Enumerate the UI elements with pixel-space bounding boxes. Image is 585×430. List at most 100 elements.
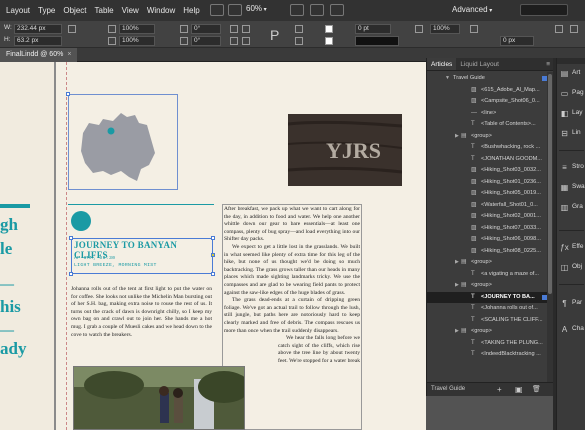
tab-liquid-layout[interactable]: Liquid Layout — [456, 58, 503, 70]
article-item-row[interactable]: ▨ <615_Adobe_Al_Map... — [427, 85, 554, 97]
article-item-row[interactable]: ▨ <Hiking_Shot08_0225... — [427, 246, 554, 258]
article-item-row[interactable]: ▨ <Hiking_Shot03_0032... — [427, 165, 554, 177]
dock-item-art[interactable]: ▤ Art — [557, 64, 585, 84]
bridge-button[interactable] — [210, 4, 224, 16]
dock-item-stro[interactable]: ≡ Stro — [557, 158, 585, 178]
dock-item-swa[interactable]: ▦ Swa — [557, 178, 585, 198]
article-item-row[interactable]: ▨ <Hiking_Shot01_0236... — [427, 177, 554, 189]
article-item-row[interactable]: ▨ <Campsite_Shot06_0... — [427, 96, 554, 108]
menu-layout[interactable]: Layout — [6, 6, 30, 15]
stroke-swatch-icon[interactable] — [325, 37, 333, 45]
control-panel-menu-icon[interactable] — [570, 25, 578, 33]
article-item-row[interactable]: T <Johanna rolls out of... — [427, 303, 554, 315]
document-canvas[interactable]: gh le — his — ady YJRS JOURNEY TO BANYAN… — [0, 62, 426, 430]
hiking-photo-frame[interactable] — [73, 366, 245, 430]
article-item-row[interactable]: T <JONATHAN GOODM... — [427, 154, 554, 166]
article-item-row[interactable]: — <line> — [427, 108, 554, 120]
article-item-row[interactable]: ▶ ▤ <group> — [427, 280, 554, 292]
disclosure-collapsed-icon[interactable]: ▶ — [455, 131, 459, 143]
menu-help[interactable]: Help — [183, 6, 199, 15]
view-options-button[interactable] — [290, 4, 304, 16]
scale-x-field[interactable]: 100% — [119, 24, 155, 34]
map-image-frame[interactable] — [66, 92, 178, 190]
disclosure-collapsed-icon[interactable]: ▶ — [455, 326, 459, 338]
dock-item-par[interactable]: ¶ Par — [557, 294, 585, 314]
frame-handle[interactable] — [211, 272, 215, 276]
article-item-row[interactable]: ▨ <Hiking_Shot06_0098... — [427, 234, 554, 246]
out-port-handle[interactable] — [211, 253, 215, 257]
menu-object[interactable]: Object — [63, 6, 86, 15]
help-search-input[interactable] — [520, 4, 568, 16]
shear-angle-field[interactable]: 0° — [191, 36, 221, 46]
height-field[interactable]: 63.2 px — [14, 36, 62, 46]
screen-mode-button[interactable] — [310, 4, 324, 16]
article-item-row[interactable]: ▨ <Hiking_Shot05_0019... — [427, 188, 554, 200]
add-content-button[interactable]: + — [497, 385, 502, 394]
text-frame-icon[interactable]: P — [270, 27, 279, 43]
scale-y-field[interactable]: 100% — [119, 36, 155, 46]
dock-item-lin[interactable]: ⊟ Lin — [557, 124, 585, 144]
delete-button[interactable]: 🗑 — [532, 385, 541, 393]
article-item-row[interactable]: T <SCALING THE CLIFF... — [427, 315, 554, 327]
carving-image-frame[interactable]: YJRS — [288, 114, 402, 186]
dock-item-obj[interactable]: ◫ Obj — [557, 258, 585, 278]
frame-handle[interactable] — [69, 236, 73, 240]
article-item-row[interactable]: ▶ ▤ <group> — [427, 326, 554, 338]
quick-apply-icon[interactable] — [555, 25, 563, 33]
stroke-weight-field[interactable]: 0 pt — [355, 24, 391, 34]
close-icon[interactable]: × — [67, 51, 71, 58]
rotate-90-cw-icon[interactable] — [230, 25, 238, 33]
disclosure-collapsed-icon[interactable]: ▶ — [455, 280, 459, 292]
arrange-documents-button[interactable] — [330, 4, 344, 16]
dock-item-gra[interactable]: ▥ Gra — [557, 198, 585, 218]
article-item-row[interactable]: ▨ <Waterfall_Shot01_0... — [427, 200, 554, 212]
stock-button[interactable] — [228, 4, 242, 16]
frame-handle[interactable] — [211, 236, 215, 240]
rotate-90-ccw-icon[interactable] — [242, 25, 250, 33]
frame-handle[interactable] — [66, 92, 70, 96]
tab-articles[interactable]: Articles — [427, 58, 457, 70]
width-field[interactable]: 232.44 px — [14, 24, 62, 34]
workspace-switcher[interactable]: Advanced — [452, 5, 492, 14]
article-item-row[interactable]: ▨ <Hiking_Shot02_0001... — [427, 211, 554, 223]
panel-menu-icon[interactable]: ≡ — [543, 58, 553, 70]
zoom-level-dropdown[interactable]: 60% — [246, 4, 267, 13]
dock-item-effe[interactable]: ƒx Effe — [557, 238, 585, 258]
column-1-text-frame[interactable]: Johanna rolls out of the tent at first l… — [71, 286, 212, 366]
article-item-row[interactable]: T <Bushwhacking, rock ... — [427, 142, 554, 154]
rotation-angle-field[interactable]: 0° — [191, 24, 221, 34]
article-item-row[interactable]: T <TAKING THE PLUNG... — [427, 338, 554, 350]
menu-window[interactable]: Window — [147, 6, 175, 15]
flip-vertical-icon[interactable] — [242, 37, 250, 45]
dock-item-pag[interactable]: ▭ Pag — [557, 84, 585, 104]
frame-handle[interactable] — [69, 272, 73, 276]
disclosure-collapsed-icon[interactable]: ▶ — [455, 257, 459, 269]
select-content-icon[interactable] — [295, 37, 303, 45]
new-article-button[interactable]: ▣ — [515, 385, 523, 394]
dock-item-lay[interactable]: ◧ Lay — [557, 104, 585, 124]
select-container-icon[interactable] — [295, 25, 303, 33]
reference-value-field[interactable]: 0 px — [500, 36, 534, 46]
dock-item-cha[interactable]: A Cha — [557, 320, 585, 340]
article-row[interactable]: ▼ Travel Guide — [427, 73, 554, 85]
article-item-row[interactable]: ▶ ▤ <group> — [427, 131, 554, 143]
align-icon[interactable] — [470, 25, 478, 33]
heading-text-frame[interactable]: JOURNEY TO BANYAN CLIFFS AP 6MM, 03:30 L… — [69, 236, 215, 276]
menu-view[interactable]: View — [122, 6, 139, 15]
article-item-row[interactable]: ▨ <Hiking_Shot07_0033... — [427, 223, 554, 235]
fill-swatch-icon[interactable] — [325, 25, 333, 33]
menu-type[interactable]: Type — [38, 6, 55, 15]
document-tab[interactable]: FinalLindd @ 60% × — [0, 48, 78, 62]
stroke-type-dropdown[interactable] — [355, 36, 399, 46]
scrollbar-thumb[interactable] — [548, 74, 552, 294]
article-item-row[interactable]: T <JOURNEY TO BA... — [427, 291, 554, 303]
flip-horizontal-icon[interactable] — [230, 37, 238, 45]
disclosure-expanded-icon[interactable]: ▼ — [445, 73, 450, 85]
menu-table[interactable]: Table — [95, 6, 114, 15]
constrain-proportions-icon[interactable] — [68, 25, 76, 33]
opacity-field[interactable]: 100% — [430, 24, 460, 34]
fx-icon[interactable] — [415, 25, 423, 33]
article-item-row[interactable]: T <a vigating a maze of... — [427, 269, 554, 281]
article-item-row[interactable]: ▶ ▤ <group> — [427, 257, 554, 269]
article-item-row[interactable]: T <IndeedBlacktracking ... — [427, 349, 554, 361]
